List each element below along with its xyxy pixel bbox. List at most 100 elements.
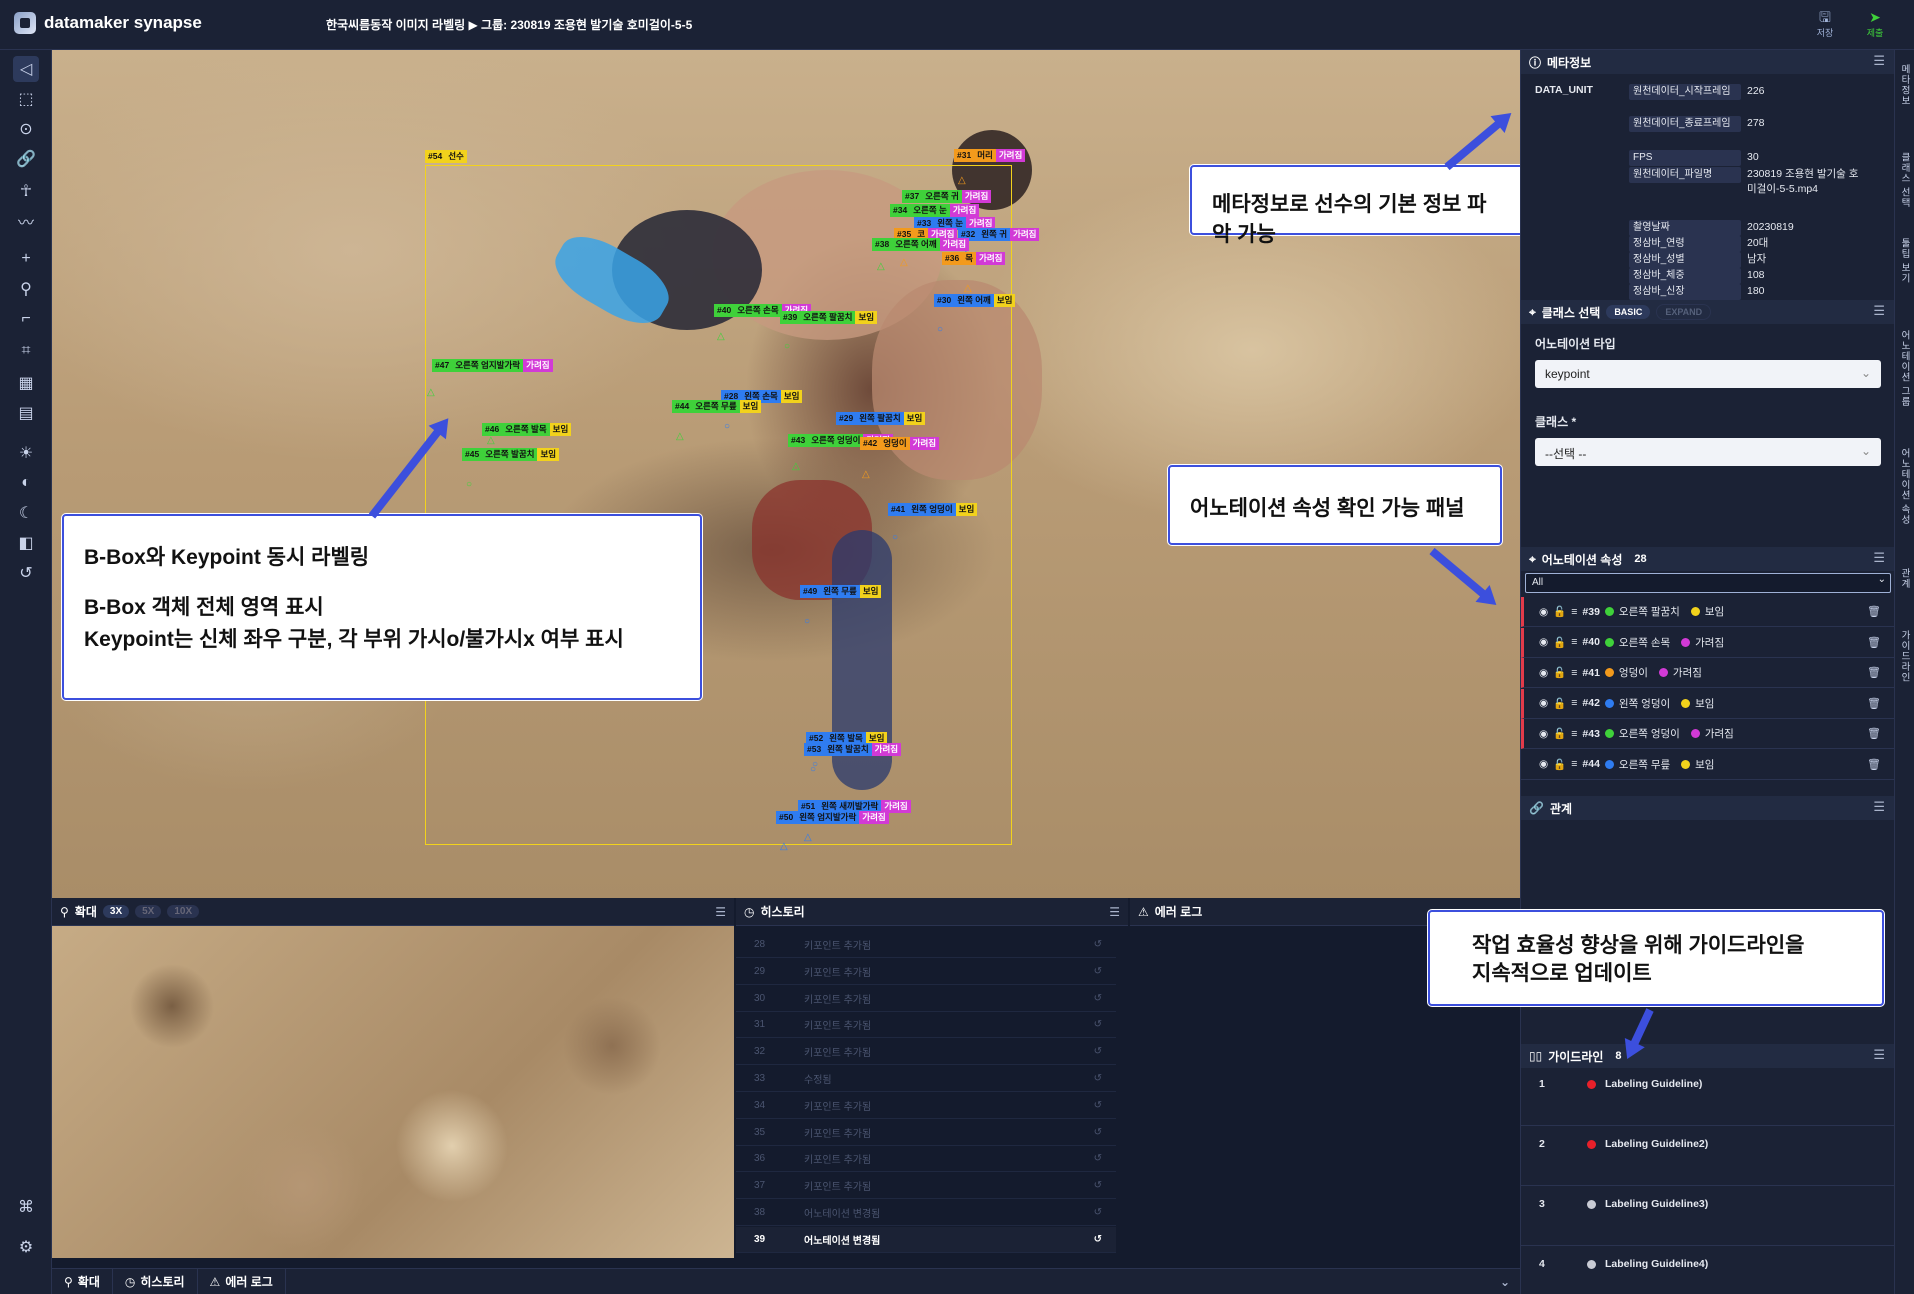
attribute-row[interactable]: ◉ 🔓 ≡ #44 오른쪽 무릎 보임 🗑 xyxy=(1521,750,1895,780)
keypoint-marker[interactable]: ○ xyxy=(466,480,472,490)
eye-icon[interactable]: ◉ xyxy=(1539,758,1548,770)
keypoint-marker[interactable]: ○ xyxy=(784,342,790,352)
class-select-header[interactable]: ⌖ 클래스 선택 BASIC EXPAND ☰ xyxy=(1521,300,1895,324)
history-row[interactable]: 31 키포인트 추가됨 ↺ xyxy=(736,1012,1116,1039)
right-tab[interactable]: 관계 xyxy=(1897,568,1911,589)
keypoint-marker[interactable]: △ xyxy=(427,388,435,398)
attribute-menu-icon[interactable]: ☰ xyxy=(1873,550,1885,566)
annotation-type-select[interactable]: keypoint ⌄ xyxy=(1535,360,1881,388)
eye-icon[interactable]: ◉ xyxy=(1539,697,1548,709)
lock-icon[interactable]: 🔓 xyxy=(1553,636,1566,649)
crosshair-icon[interactable]: + xyxy=(13,246,39,272)
history-row[interactable]: 33 수정됨 ↺ xyxy=(736,1066,1116,1092)
undo-icon[interactable]: ↺ xyxy=(1094,1100,1102,1111)
keypoint-skeleton-tool-icon[interactable]: ☥ xyxy=(13,178,39,204)
guideline-menu-icon[interactable]: ☰ xyxy=(1873,1047,1885,1063)
keypoint-marker[interactable]: △ xyxy=(804,833,812,843)
attribute-row[interactable]: ◉ 🔓 ≡ #42 왼쪽 엉덩이 보임 🗑 xyxy=(1521,688,1895,719)
lock-icon[interactable]: 🔓 xyxy=(1553,697,1566,710)
trash-icon[interactable]: 🗑 xyxy=(1867,605,1881,618)
meta-header[interactable]: ⓘ 메타정보 ☰ xyxy=(1521,50,1895,74)
history-row[interactable]: 37 키포인트 추가됨 ↺ xyxy=(736,1173,1116,1200)
class-select[interactable]: --선택 -- ⌄ xyxy=(1535,438,1881,466)
keypoint-marker[interactable]: ○ xyxy=(812,760,818,770)
reset-icon[interactable]: ↺ xyxy=(13,560,39,586)
zoom-3x-button[interactable]: 3X xyxy=(102,905,130,918)
undo-icon[interactable]: ↺ xyxy=(1094,1153,1102,1164)
drag-handle-icon[interactable]: ≡ xyxy=(1571,728,1577,740)
brightness-icon[interactable]: ☀ xyxy=(13,440,39,466)
undo-icon[interactable]: ↺ xyxy=(1094,1234,1102,1245)
submit-button[interactable]: ➤ 제출 xyxy=(1858,8,1892,39)
keypoint-marker[interactable]: △ xyxy=(676,432,684,442)
select-tool-icon[interactable]: ◁ xyxy=(13,56,39,82)
undo-icon[interactable]: ↺ xyxy=(1094,993,1102,1004)
relation-menu-icon[interactable]: ☰ xyxy=(1873,799,1885,815)
keypoint-label[interactable]: #30 왼쪽 어깨 보임 xyxy=(934,294,1016,307)
trash-icon[interactable]: 🗑 xyxy=(1867,636,1881,649)
keypoint-label[interactable]: #47 오른쪽 엄지발가락 가려짐 xyxy=(432,359,553,372)
undo-icon[interactable]: ↺ xyxy=(1094,1073,1102,1084)
zoom-5x-button[interactable]: 5X xyxy=(135,905,162,918)
bottom-tab-history[interactable]: ◷ 히스토리 xyxy=(113,1268,198,1294)
undo-icon[interactable]: ↺ xyxy=(1094,1019,1102,1030)
relation-header[interactable]: 🔗 관계 ☰ xyxy=(1521,796,1895,820)
keypoint-label[interactable]: #50 왼쪽 엄지발가락 가려짐 xyxy=(776,811,889,824)
shortcut-icon[interactable]: ⌘ xyxy=(13,1194,39,1220)
right-tab[interactable]: 툴팁 보기 xyxy=(1897,238,1911,284)
keypoint-label[interactable]: #45 오른쪽 발꿈치 보임 xyxy=(462,448,560,461)
keypoint-label[interactable]: #44 오른쪽 무릎 보임 xyxy=(672,400,762,413)
bbox-label[interactable]: #54 선수 xyxy=(425,150,467,163)
lock-icon[interactable]: 🔓 xyxy=(1553,758,1566,771)
drag-handle-icon[interactable]: ≡ xyxy=(1571,697,1577,709)
keypoint-label[interactable]: #41 왼쪽 엉덩이 보임 xyxy=(888,503,978,516)
keypoint-label[interactable]: #38 오른쪽 어깨 가려짐 xyxy=(872,238,970,251)
bottom-tab-zoom[interactable]: ⚲ 확대 xyxy=(52,1268,113,1294)
history-row[interactable]: 30 키포인트 추가됨 ↺ xyxy=(736,986,1116,1012)
collapse-chevron-icon[interactable]: ⌄ xyxy=(1500,1275,1510,1289)
drag-handle-icon[interactable]: ≡ xyxy=(1571,636,1577,648)
guideline-row[interactable]: 1 Labeling Guideline) xyxy=(1521,1068,1895,1126)
guideline-row[interactable]: 2 Labeling Guideline2) xyxy=(1521,1128,1895,1186)
keypoint-label[interactable]: #31 머리 가려짐 xyxy=(954,149,1026,162)
keypoint-marker[interactable]: ○ xyxy=(804,617,810,627)
keypoint-marker[interactable]: △ xyxy=(877,262,885,272)
meta-menu-icon[interactable]: ☰ xyxy=(1873,53,1885,69)
trash-icon[interactable]: 🗑 xyxy=(1867,727,1881,740)
keypoint-label[interactable]: #29 왼쪽 팔꿈치 보임 xyxy=(836,412,926,425)
ruler-icon[interactable]: ⌐ xyxy=(13,306,39,332)
settings-gear-icon[interactable]: ⚙ xyxy=(13,1234,39,1260)
keypoint-label[interactable]: #36 목 가려짐 xyxy=(942,252,1006,265)
moon-icon[interactable]: ☾ xyxy=(13,500,39,526)
history-row[interactable]: 39 어노테이션 변경됨 ↺ xyxy=(736,1226,1116,1253)
history-row[interactable]: 36 키포인트 추가됨 ↺ xyxy=(736,1146,1116,1173)
guideline-header[interactable]: ▯▯ 가이드라인 8 ☰ xyxy=(1521,1044,1895,1068)
keypoint-label[interactable]: #39 오른쪽 팔꿈치 보임 xyxy=(780,311,878,324)
keypoint-marker[interactable]: △ xyxy=(780,842,788,852)
eye-icon[interactable]: ◉ xyxy=(1539,606,1548,618)
keypoint-label[interactable]: #42 엉덩이 가려짐 xyxy=(860,437,940,450)
polyline-tool-icon[interactable]: 〰 xyxy=(13,208,39,234)
keypoint-label[interactable]: #53 왼쪽 발꿈치 가려짐 xyxy=(804,743,902,756)
history-row[interactable]: 34 키포인트 추가됨 ↺ xyxy=(736,1093,1116,1119)
image-canvas[interactable]: #54 선수 #31머리가려짐△#37오른쪽 귀가려짐△#34오른쪽 눈가려짐△… xyxy=(52,50,1520,898)
undo-icon[interactable]: ↺ xyxy=(1094,1127,1102,1138)
attribute-row[interactable]: ◉ 🔓 ≡ #39 오른쪽 팔꿈치 보임 🗑 xyxy=(1521,597,1895,627)
keypoint-marker[interactable]: △ xyxy=(964,284,972,294)
attribute-header[interactable]: ⌖ 어노테이션 속성 28 ☰ xyxy=(1521,547,1895,571)
keypoint-label[interactable]: #37 오른쪽 귀 가려짐 xyxy=(902,190,992,203)
undo-icon[interactable]: ↺ xyxy=(1094,939,1102,950)
attribute-row[interactable]: ◉ 🔓 ≡ #43 오른쪽 엉덩이 가려짐 🗑 xyxy=(1521,719,1895,749)
save-button[interactable]: 🖫 저장 xyxy=(1808,8,1842,39)
eye-icon[interactable]: ◉ xyxy=(1539,728,1548,740)
drag-handle-icon[interactable]: ≡ xyxy=(1571,758,1577,770)
guideline-row[interactable]: 4 Labeling Guideline4) xyxy=(1521,1248,1895,1294)
undo-icon[interactable]: ↺ xyxy=(1094,1046,1102,1057)
history-row[interactable]: 32 키포인트 추가됨 ↺ xyxy=(736,1039,1116,1066)
keypoint-marker[interactable]: ○ xyxy=(937,325,943,335)
eye-icon[interactable]: ◉ xyxy=(1539,667,1548,679)
eye-icon[interactable]: ◉ xyxy=(1539,636,1548,648)
keypoint-marker[interactable]: △ xyxy=(900,258,908,268)
keypoint-label[interactable]: #49 왼쪽 무릎 보임 xyxy=(800,585,882,598)
lock-icon[interactable]: 🔓 xyxy=(1553,666,1566,679)
